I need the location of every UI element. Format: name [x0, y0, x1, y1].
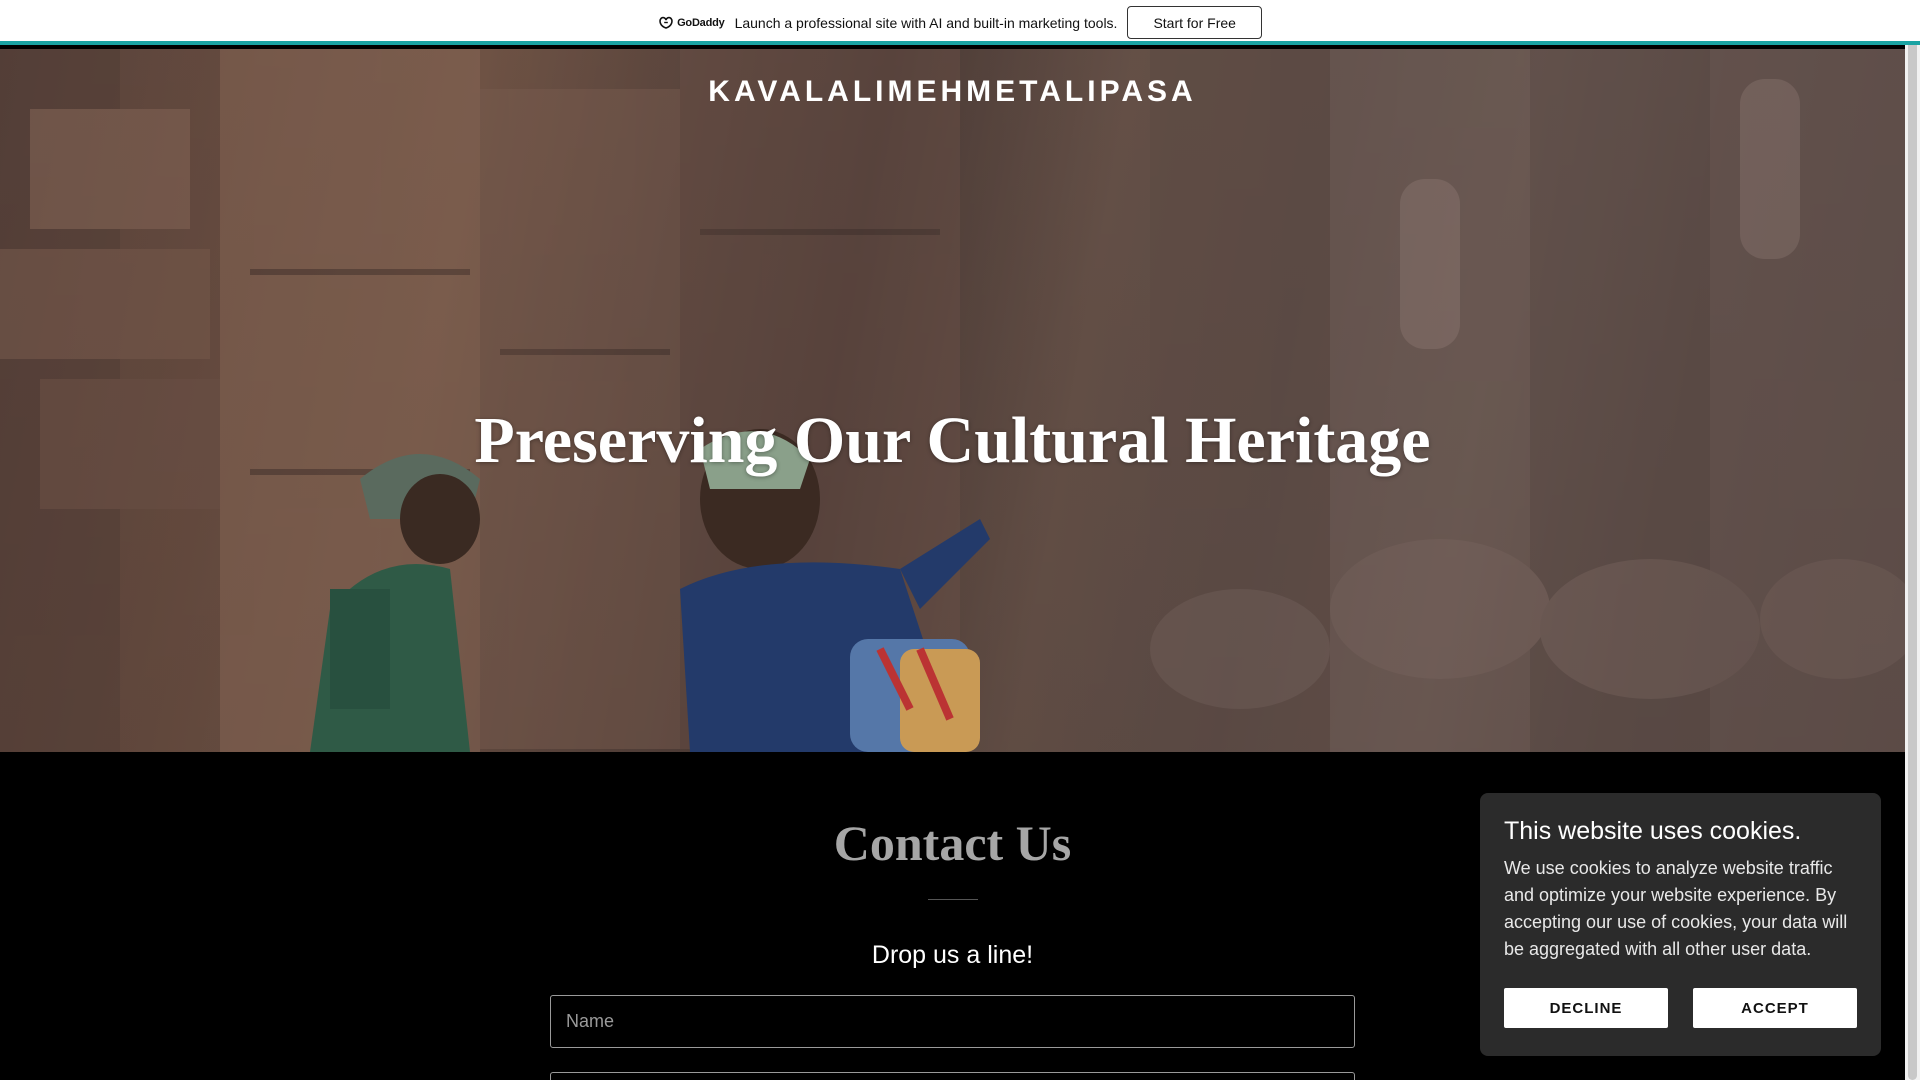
site-name[interactable]: KAVALALIMEHMETALIPASA	[0, 75, 1905, 109]
hero-background-image	[0, 49, 1905, 752]
accept-button[interactable]: ACCEPT	[1693, 988, 1857, 1028]
hero-headline: Preserving Our Cultural Heritage	[474, 404, 1431, 477]
start-for-free-button[interactable]: Start for Free	[1127, 6, 1262, 39]
cookie-body: We use cookies to analyze website traffi…	[1504, 858, 1848, 959]
promo-message: Launch a professional site with AI and b…	[734, 14, 1118, 31]
page: GoDaddy Launch a professional site with …	[0, 0, 1920, 1080]
name-input[interactable]	[550, 995, 1355, 1048]
section-divider	[928, 899, 978, 900]
scrollbar[interactable]	[1905, 0, 1920, 1080]
cookie-banner: This website uses cookies. We use cookie…	[1480, 793, 1881, 1056]
scrollbar-thumb[interactable]	[1908, 0, 1917, 1080]
cookie-title: This website uses cookies.	[1504, 817, 1802, 845]
decline-button[interactable]: DECLINE	[1504, 988, 1668, 1028]
godaddy-logo-text: GoDaddy	[677, 16, 725, 29]
promo-bar: GoDaddy Launch a professional site with …	[0, 0, 1920, 45]
godaddy-icon	[659, 16, 673, 29]
hero-section: KAVALALIMEHMETALIPASA Preserving Our Cul…	[0, 49, 1905, 752]
email-input[interactable]	[550, 1072, 1355, 1080]
cookie-actions: DECLINE ACCEPT	[1504, 988, 1857, 1028]
godaddy-logo[interactable]: GoDaddy	[658, 16, 725, 30]
